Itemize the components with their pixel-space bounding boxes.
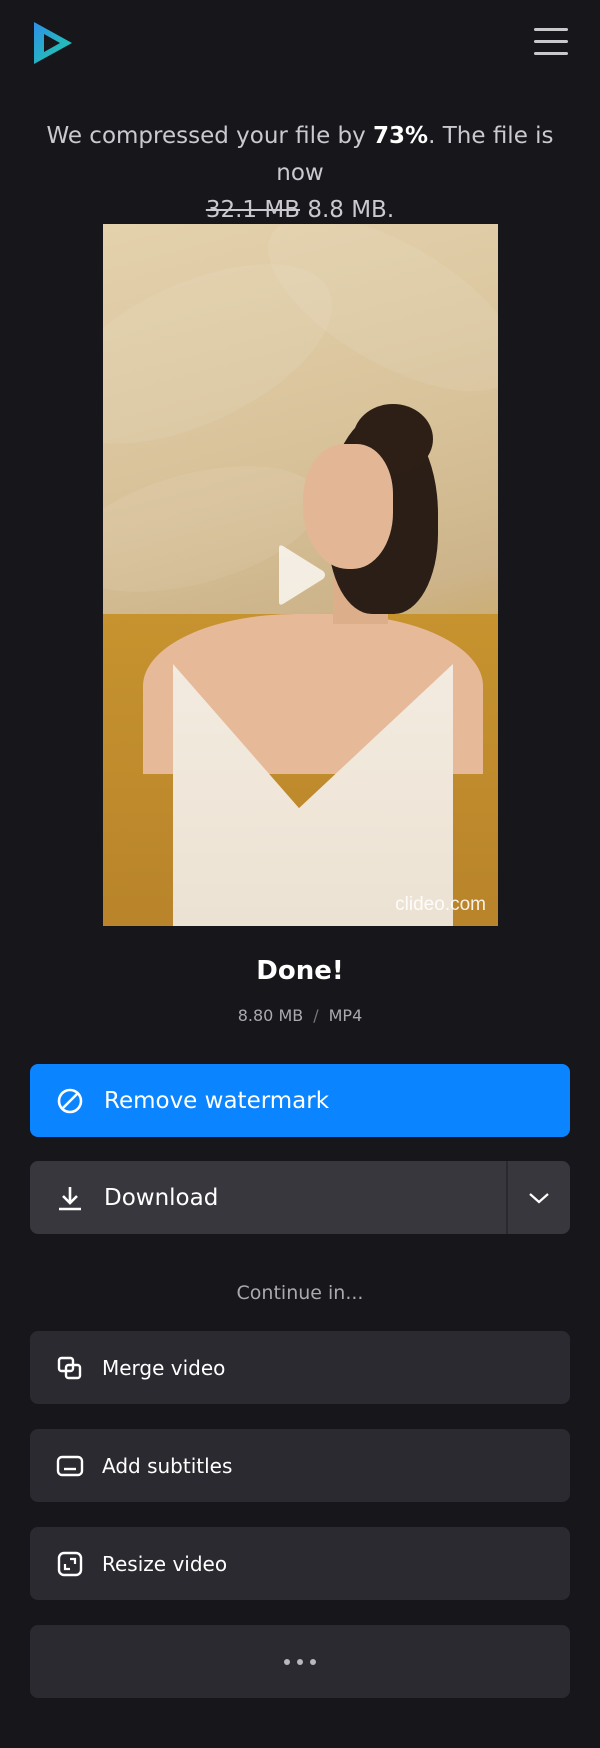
- add-subtitles-button[interactable]: Add subtitles: [30, 1429, 570, 1502]
- file-size: 8.80 MB: [237, 1006, 304, 1025]
- compression-message: We compressed your file by 73%. The file…: [20, 118, 580, 229]
- remove-watermark-label: Remove watermark: [104, 1087, 330, 1114]
- resize-video-button[interactable]: Resize video: [30, 1527, 570, 1600]
- old-file-size: 32.1 MB: [205, 197, 300, 223]
- hamburger-menu-icon[interactable]: [534, 28, 568, 56]
- tool-label: Merge video: [102, 1355, 226, 1380]
- download-icon: [59, 1186, 81, 1210]
- download-options-dropdown[interactable]: [506, 1161, 570, 1234]
- subtitles-icon: [56, 1455, 84, 1476]
- continue-heading: Continue in...: [236, 1282, 364, 1304]
- download-button-group: Download: [30, 1161, 570, 1234]
- compression-percent: 73%: [373, 123, 429, 149]
- prohibited-icon: [57, 1088, 83, 1113]
- meta-separator: /: [313, 1006, 319, 1025]
- download-label: Download: [104, 1184, 219, 1211]
- play-icon[interactable]: [275, 544, 327, 606]
- new-file-size: 8.8 MB.: [307, 197, 395, 223]
- tool-label: Add subtitles: [102, 1453, 233, 1478]
- tool-label: Resize video: [102, 1551, 228, 1576]
- page: We compressed your file by 73%. The file…: [0, 0, 600, 1748]
- message-prefix: We compressed your file by: [46, 123, 374, 149]
- download-button[interactable]: Download: [30, 1161, 506, 1234]
- video-preview[interactable]: clideo.com: [103, 224, 498, 926]
- watermark-text: clideo.com: [395, 894, 486, 915]
- file-format: MP4: [328, 1006, 363, 1025]
- remove-watermark-button[interactable]: Remove watermark: [30, 1064, 570, 1137]
- file-meta: 8.80 MB / MP4: [0, 1006, 600, 1025]
- resize-icon: [57, 1551, 83, 1576]
- more-tools-button[interactable]: [30, 1625, 570, 1698]
- merge-video-button[interactable]: Merge video: [30, 1331, 570, 1404]
- merge-icon: [57, 1356, 82, 1379]
- done-title: Done!: [256, 956, 344, 986]
- clideo-logo-icon[interactable]: [30, 20, 74, 66]
- chevron-down-icon: [529, 1192, 549, 1203]
- more-dots-icon: [284, 1658, 316, 1665]
